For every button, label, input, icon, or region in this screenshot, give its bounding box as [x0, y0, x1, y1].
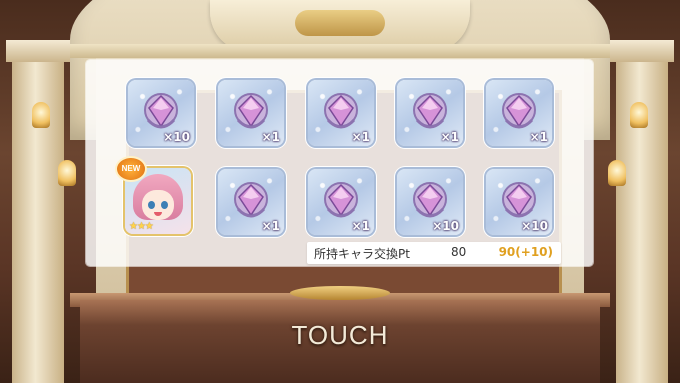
- result-item[interactable]: ×1: [308, 80, 374, 146]
- lamp-icon: [608, 160, 626, 186]
- exchange-points-current: 80: [451, 245, 467, 259]
- result-item[interactable]: ×10: [397, 169, 463, 235]
- left-pillar-cap: [6, 40, 70, 62]
- item-quantity: ×10: [163, 130, 190, 144]
- memory-piece-icon: [502, 93, 536, 129]
- lamp-icon: [58, 160, 76, 186]
- exchange-points-label: 所持キャラ交換Pt: [314, 247, 410, 261]
- result-item[interactable]: ×1: [218, 169, 284, 235]
- result-item[interactable]: ×1: [218, 80, 284, 146]
- item-quantity: ×10: [521, 219, 548, 233]
- result-item[interactable]: ×1: [397, 80, 463, 146]
- memory-piece-icon: [234, 93, 268, 129]
- crest-gold-ornament: [295, 10, 385, 36]
- result-item[interactable]: ×10: [128, 80, 194, 146]
- rarity-stars: ★★★: [129, 221, 154, 232]
- lamp-icon: [630, 102, 648, 128]
- memory-piece-icon: [413, 182, 447, 218]
- touch-prompt[interactable]: TOUCH: [0, 320, 680, 351]
- new-badge: NEW: [117, 158, 145, 180]
- item-quantity: ×10: [432, 219, 459, 233]
- result-item[interactable]: ×1: [486, 80, 552, 146]
- memory-piece-icon: [502, 182, 536, 218]
- item-quantity: ×1: [351, 130, 370, 144]
- memory-piece-icon: [324, 93, 358, 129]
- item-quantity: ×1: [440, 130, 459, 144]
- counter-gold-ornament: [290, 286, 390, 300]
- memory-piece-icon: [324, 182, 358, 218]
- item-quantity: ×1: [529, 130, 548, 144]
- lamp-icon: [32, 102, 50, 128]
- cornice: [70, 44, 610, 58]
- exchange-points-bar: 所持キャラ交換Pt 80 90(+10): [307, 242, 561, 264]
- exchange-points-new: 90(+10): [498, 245, 553, 259]
- item-quantity: ×1: [261, 219, 280, 233]
- item-quantity: ×1: [261, 130, 280, 144]
- result-item[interactable]: ×10: [486, 169, 552, 235]
- memory-piece-icon: [144, 93, 178, 129]
- item-quantity: ×1: [351, 219, 370, 233]
- memory-piece-icon: [234, 182, 268, 218]
- right-pillar-cap: [610, 40, 674, 62]
- result-item[interactable]: ×1: [308, 169, 374, 235]
- memory-piece-icon: [413, 93, 447, 129]
